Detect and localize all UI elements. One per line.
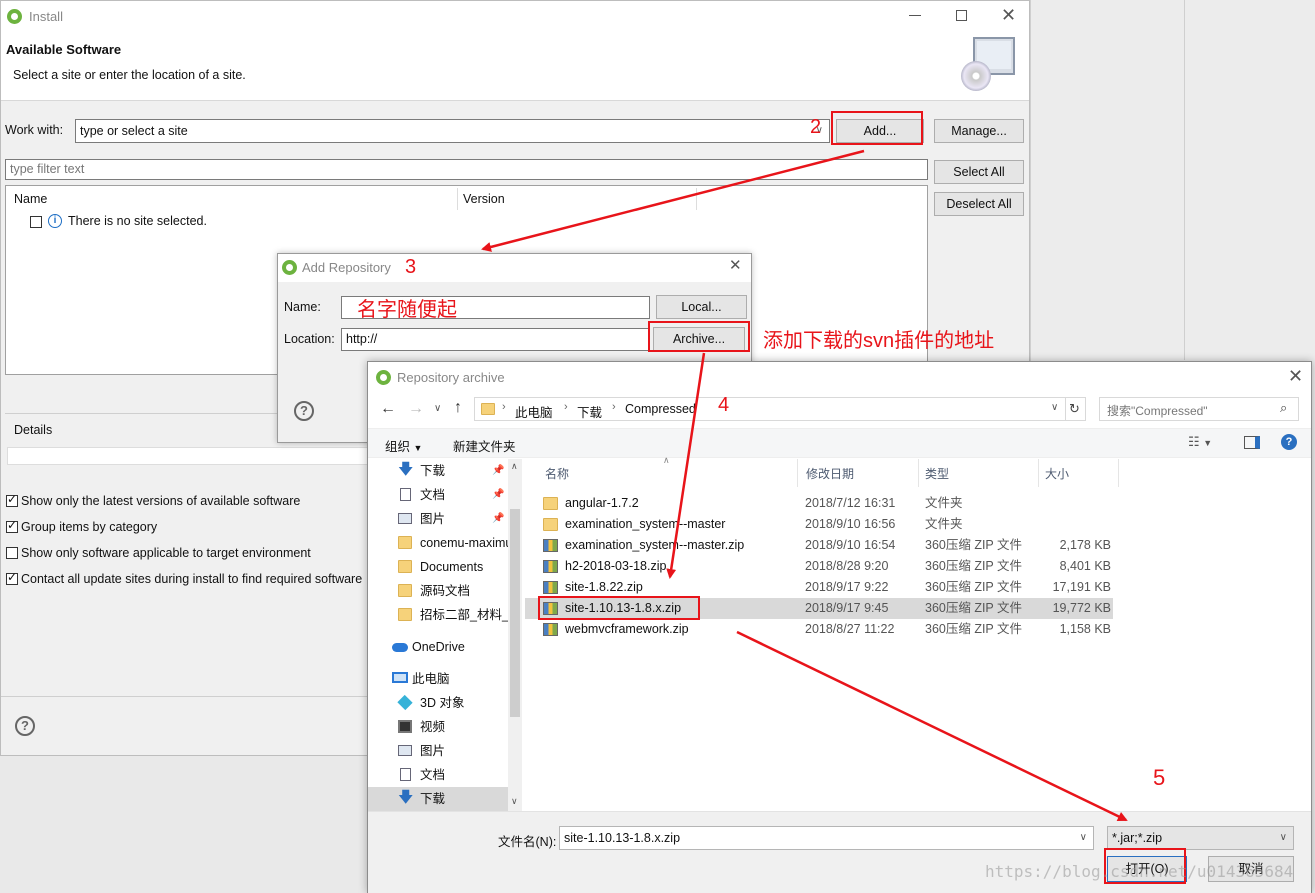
highlight-selected-file [538,596,700,620]
annotation-arrows [481,149,1128,822]
step-4-label: 4 [718,394,730,416]
highlight-add-button [831,111,923,145]
name-hint-text: 名字随便起 [357,299,457,321]
watermark-text: https://blog.csdn.net/u014365684 [985,862,1294,881]
step-5-label: 5 [1153,765,1166,790]
step-2-label: 2 [810,116,822,138]
step-3-label: 3 [405,256,417,278]
arrow-archive-to-file [666,352,706,579]
highlight-archive-button [648,321,750,352]
arrow-file-to-open [736,630,1128,822]
arrow-add-to-repo [481,149,865,252]
location-hint-text: 添加下载的svn插件的地址 [763,330,995,352]
